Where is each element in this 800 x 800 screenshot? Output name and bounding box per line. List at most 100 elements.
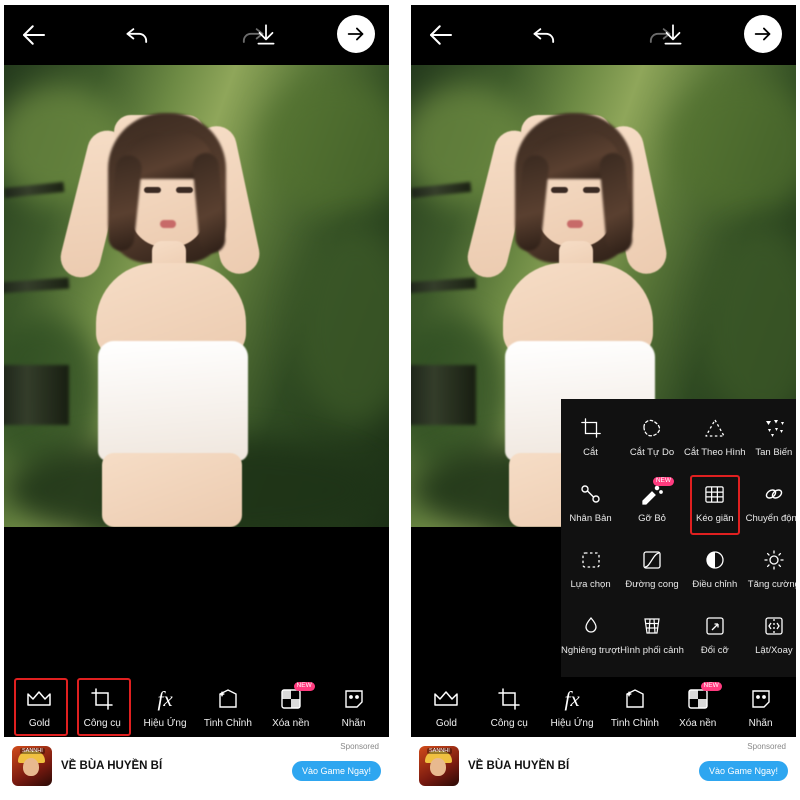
next-arrow-button[interactable] bbox=[744, 15, 782, 53]
ad-sponsored-label: Sponsored bbox=[747, 742, 786, 751]
tool-label: Chuyển động bbox=[745, 513, 796, 524]
ad-title: VỀ BÙA HUYỀN BÍ bbox=[61, 760, 163, 772]
bottom-item-remove-background[interactable]: NEW Xóa nền bbox=[667, 682, 729, 729]
back-arrow-icon[interactable] bbox=[18, 19, 50, 51]
eye-right bbox=[176, 187, 193, 193]
tools-grid: Cắt Cắt Tự Do Cắt Theo Hình Tan Biến Nhâ… bbox=[561, 409, 796, 671]
bottom-item-adjust[interactable]: Tinh Chỉnh bbox=[197, 685, 259, 729]
tool-label: Cắt bbox=[583, 447, 598, 458]
tool-label: Hình phối cảnh bbox=[620, 645, 684, 656]
bottom-item-gold[interactable]: Gold bbox=[8, 678, 70, 736]
tool-clone[interactable]: Nhân Bản bbox=[561, 475, 620, 539]
tool-motion[interactable]: Chuyển động bbox=[746, 475, 796, 539]
top-toolbar-right bbox=[411, 5, 796, 65]
bottom-item-label: Nhãn bbox=[341, 718, 366, 729]
crown-icon bbox=[25, 685, 53, 713]
bottom-item-gold[interactable]: Gold bbox=[415, 685, 477, 729]
waist bbox=[102, 453, 242, 527]
tool-shape-crop[interactable]: Cắt Theo Hình bbox=[684, 409, 746, 473]
tool-perspective[interactable]: Hình phối cảnh bbox=[620, 607, 684, 671]
motion-icon bbox=[761, 481, 787, 507]
tool-selection[interactable]: Lựa chọn bbox=[561, 541, 620, 605]
tool-label: Đường cong bbox=[625, 579, 679, 590]
tool-cat[interactable]: Cắt bbox=[561, 409, 620, 473]
perspective-icon bbox=[639, 613, 665, 639]
white-top bbox=[98, 341, 248, 461]
bottom-item-tools[interactable]: Công cụ bbox=[71, 678, 133, 736]
tool-label: Lật/Xoay bbox=[755, 645, 793, 656]
tool-tilt-shift[interactable]: Nghiêng trượt bbox=[561, 607, 620, 671]
download-arrow-icon[interactable] bbox=[657, 19, 689, 51]
tool-label: Cắt Theo Hình bbox=[683, 447, 746, 458]
ad-banner-left[interactable]: SANNHI VỀ BÙA HUYỀN BÍ Sponsored Vào Gam… bbox=[4, 737, 389, 795]
bottom-item-label: Hiệu Ứng bbox=[143, 718, 187, 729]
tool-stretch[interactable]: Kéo giãn bbox=[684, 475, 746, 539]
phone-screenshot-right: Cắt Cắt Tự Do Cắt Theo Hình Tan Biến Nhâ… bbox=[411, 5, 796, 795]
tool-free-crop[interactable]: Cắt Tự Do bbox=[620, 409, 684, 473]
tool-label: Đổi cỡ bbox=[700, 645, 729, 656]
ad-brand-badge: SANNHI bbox=[427, 748, 452, 754]
tool-label: Nghiêng trượt bbox=[561, 645, 621, 656]
ad-brand-badge: SANNHI bbox=[20, 748, 45, 754]
crop-icon bbox=[578, 415, 604, 441]
bottom-item-stickers[interactable]: Nhãn bbox=[730, 685, 792, 729]
tool-curves[interactable]: Đường cong bbox=[620, 541, 684, 605]
fx-icon: fx bbox=[564, 686, 580, 711]
selection-icon bbox=[578, 547, 604, 573]
bottom-item-remove-background[interactable]: NEW Xóa nền bbox=[260, 682, 322, 729]
tool-label: Gỡ Bỏ bbox=[638, 513, 666, 524]
bottom-toolbar-left: Gold Công cụ fx Hiệu Ứng Tinh Chỉnh NEW … bbox=[4, 677, 389, 737]
next-arrow-button[interactable] bbox=[337, 15, 375, 53]
back-arrow-icon[interactable] bbox=[425, 19, 457, 51]
eye-left bbox=[144, 187, 161, 193]
ad-banner-right[interactable]: SANNHI VỀ BÙA HUYỀN BÍ Sponsored Vào Gam… bbox=[411, 737, 796, 795]
bottom-item-effects[interactable]: fx Hiệu Ứng bbox=[541, 685, 603, 729]
photo-canvas-left[interactable] bbox=[4, 65, 389, 527]
phone-screenshot-left: Gold Công cụ fx Hiệu Ứng Tinh Chỉnh NEW … bbox=[4, 5, 389, 795]
crop-tools-icon bbox=[88, 685, 116, 713]
ad-sponsored-label: Sponsored bbox=[340, 742, 379, 751]
ad-thumbnail: SANNHI bbox=[419, 746, 459, 786]
tool-label: Tan Biến bbox=[755, 447, 793, 458]
tool-label: Kéo giãn bbox=[696, 513, 734, 524]
tool-resize[interactable]: Đổi cỡ bbox=[684, 607, 746, 671]
undo-arrow-icon[interactable] bbox=[529, 19, 561, 51]
enhance-icon bbox=[761, 547, 787, 573]
tool-label: Tăng cường bbox=[747, 579, 796, 590]
bottom-item-label: Xóa nền bbox=[679, 718, 717, 729]
curves-icon bbox=[639, 547, 665, 573]
crop-tools-icon bbox=[495, 685, 523, 713]
undo-arrow-icon[interactable] bbox=[122, 19, 154, 51]
ad-title: VỀ BÙA HUYỀN BÍ bbox=[468, 760, 570, 772]
resize-icon bbox=[702, 613, 728, 639]
new-badge: NEW bbox=[700, 682, 722, 691]
ad-cta-button[interactable]: Vào Game Ngay! bbox=[291, 761, 381, 781]
tool-label: Lựa chọn bbox=[570, 579, 611, 590]
dispersion-icon bbox=[761, 415, 787, 441]
bottom-item-tools[interactable]: Công cụ bbox=[478, 685, 540, 729]
bottom-item-label: Hiệu Ứng bbox=[550, 718, 594, 729]
tool-dispersion[interactable]: Tan Biến bbox=[746, 409, 796, 473]
bottom-item-effects[interactable]: fx Hiệu Ứng bbox=[134, 685, 196, 729]
tool-remove[interactable]: NEW Gỡ Bỏ bbox=[620, 475, 684, 539]
tool-adjust[interactable]: Điều chỉnh bbox=[684, 541, 746, 605]
tool-flip-rotate[interactable]: Lật/Xoay bbox=[746, 607, 796, 671]
ad-cta-button[interactable]: Vào Game Ngay! bbox=[698, 761, 788, 781]
bottom-item-label: Công cụ bbox=[490, 718, 528, 729]
new-badge: NEW bbox=[652, 477, 674, 486]
sticker-icon bbox=[747, 685, 775, 713]
flip-rotate-icon bbox=[761, 613, 787, 639]
eye-right bbox=[583, 187, 600, 193]
download-arrow-icon[interactable] bbox=[250, 19, 282, 51]
lips bbox=[160, 220, 176, 228]
tool-enhance[interactable]: Tăng cường bbox=[746, 541, 796, 605]
bottom-item-stickers[interactable]: Nhãn bbox=[323, 685, 385, 729]
tool-label: Cắt Tự Do bbox=[629, 447, 675, 458]
screenshot-root: Gold Công cụ fx Hiệu Ứng Tinh Chỉnh NEW … bbox=[0, 0, 800, 800]
clone-icon bbox=[578, 481, 604, 507]
bottom-item-adjust[interactable]: Tinh Chỉnh bbox=[604, 685, 666, 729]
lips bbox=[567, 220, 583, 228]
tool-label: Điều chỉnh bbox=[692, 579, 738, 590]
bottom-item-label: Công cụ bbox=[83, 718, 121, 729]
tool-label: Nhân Bản bbox=[569, 513, 612, 524]
